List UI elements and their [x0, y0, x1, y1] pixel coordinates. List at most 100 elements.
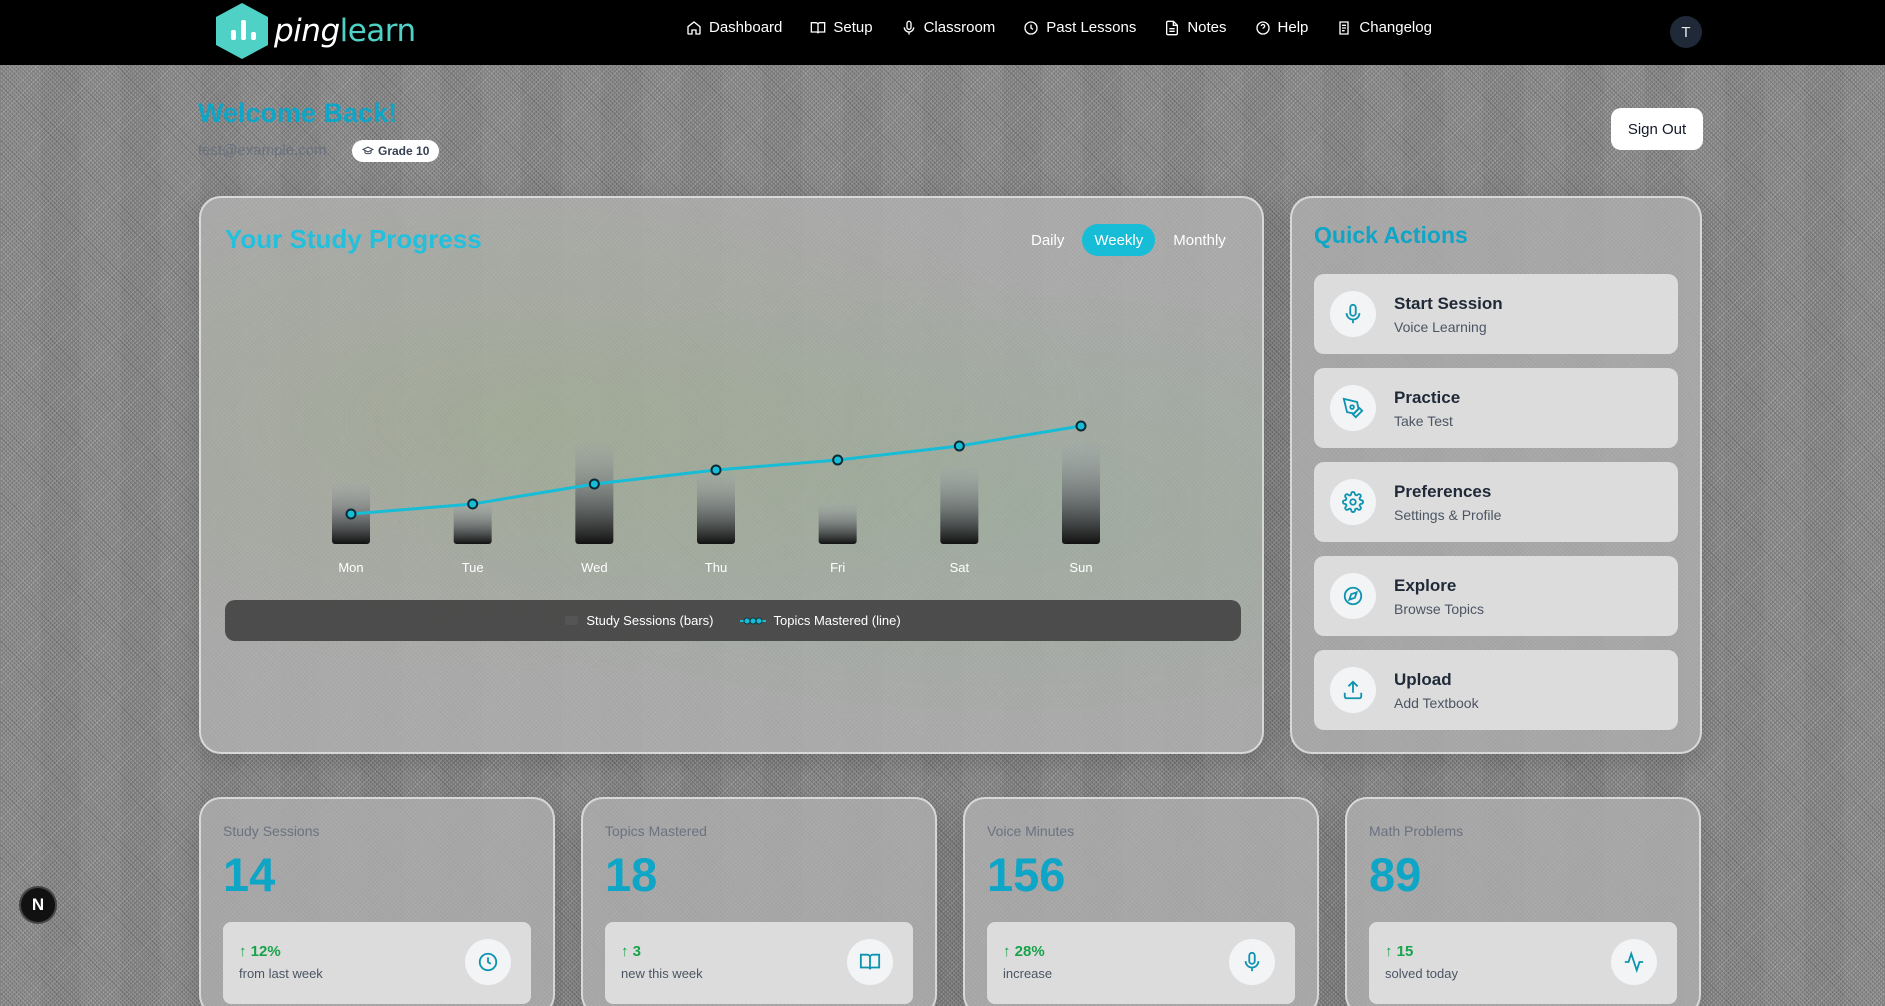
stat-note: increase	[1003, 966, 1053, 981]
stat-delta: ↑ 12%	[239, 943, 281, 960]
bar-fri	[818, 504, 857, 544]
nav-notes[interactable]: Notes	[1164, 19, 1227, 36]
legend-item-bars: Study Sessions (bars)	[565, 613, 714, 628]
arrow-up-icon: ↑	[239, 943, 251, 960]
stat-value: 18	[605, 848, 658, 901]
stat-value: 14	[223, 848, 276, 901]
nav-dashboard[interactable]: Dashboard	[686, 19, 782, 36]
quick-actions-title: Quick Actions	[1314, 222, 1468, 248]
period-tabs: Daily Weekly Monthly	[1019, 224, 1238, 256]
tab-daily[interactable]: Daily	[1019, 224, 1076, 256]
nav-label: Notes	[1187, 19, 1227, 36]
stat-detail: ↑ 12% from last week	[223, 922, 531, 1004]
legend-item-line: Topics Mastered (line)	[739, 613, 901, 628]
stat-delta: ↑ 3	[621, 943, 642, 960]
chart-legend: Study Sessions (bars) Topics Mastered (l…	[225, 600, 1241, 641]
stat-detail: ↑ 3 new this week	[605, 922, 913, 1004]
gear-icon	[1330, 479, 1376, 525]
bar-wed	[575, 444, 614, 544]
stat-label: Study Sessions	[223, 823, 320, 839]
legend-label-line: Topics Mastered (line)	[773, 613, 901, 628]
microphone-icon	[903, 20, 914, 35]
action-title: Practice	[1394, 388, 1461, 407]
nav-label: Help	[1277, 19, 1309, 36]
preferences-button[interactable]: Preferences Settings & Profile	[1314, 462, 1678, 542]
x-tick-label: Mon	[338, 560, 363, 575]
bar-thu	[697, 474, 735, 544]
bar-swatch-icon	[565, 616, 579, 625]
line-point-sun	[1075, 420, 1087, 432]
stat-label: Voice Minutes	[987, 823, 1075, 839]
line-point-mon	[345, 508, 357, 520]
home-icon	[687, 20, 701, 35]
upload-button[interactable]: Upload Add Textbook	[1314, 650, 1678, 730]
action-subtitle: Voice Learning	[1394, 319, 1487, 335]
stat-note: solved today	[1385, 966, 1458, 981]
stat-card-topics-mastered: Topics Mastered 18 ↑ 3 new this week	[581, 797, 937, 1006]
stat-card-study-sessions: Study Sessions 14 ↑ 12% from last week	[199, 797, 555, 1006]
nav-setup[interactable]: Setup	[810, 19, 873, 36]
x-tick-label: Tue	[462, 560, 484, 575]
arrow-up-icon: ↑	[1003, 943, 1015, 960]
line-swatch-icon	[739, 617, 766, 624]
main-nav: Dashboard Setup Classroom Past Lessons N…	[686, 19, 1432, 36]
sign-out-button[interactable]: Sign Out	[1611, 108, 1703, 150]
explore-button[interactable]: Explore Browse Topics	[1314, 556, 1678, 636]
nav-label: Setup	[833, 19, 873, 36]
nav-help[interactable]: Help	[1255, 19, 1309, 36]
activity-icon	[1611, 939, 1657, 985]
pen-tool-icon	[1330, 385, 1376, 431]
nav-label: Dashboard	[709, 19, 783, 36]
nav-past-lessons[interactable]: Past Lessons	[1023, 19, 1136, 36]
logo-wordmark: pinglearn	[274, 13, 416, 49]
action-subtitle: Take Test	[1394, 413, 1453, 429]
tab-monthly[interactable]: Monthly	[1161, 224, 1238, 256]
book-open-icon	[847, 939, 893, 985]
stat-delta: ↑ 28%	[1003, 943, 1045, 960]
start-session-button[interactable]: Start Session Voice Learning	[1314, 274, 1678, 354]
line-point-wed	[588, 478, 600, 490]
stat-note: from last week	[239, 966, 323, 981]
x-tick-label: Fri	[830, 560, 845, 575]
grade-label: Grade 10	[378, 144, 430, 158]
stat-delta: ↑ 15	[1385, 943, 1414, 960]
study-progress-title: Your Study Progress	[225, 224, 482, 254]
study-progress-card: Mon Tue Wed Thu Fri Sat Sun Your Study Progres…	[199, 196, 1264, 754]
clock-icon	[1024, 20, 1038, 35]
grade-badge: Grade 10	[352, 140, 440, 162]
clock-icon	[465, 939, 511, 985]
user-avatar[interactable]: T	[1670, 16, 1702, 48]
upload-icon	[1330, 667, 1376, 713]
line-point-sat	[953, 440, 965, 452]
pinglearn-logo[interactable]: pinglearn	[216, 3, 416, 59]
quick-actions-card: Quick Actions Start Session Voice Learni…	[1290, 196, 1702, 754]
action-subtitle: Add Textbook	[1394, 695, 1479, 711]
arrow-up-icon: ↑	[1385, 943, 1397, 960]
stat-detail: ↑ 28% increase	[987, 922, 1295, 1004]
legend-label-bars: Study Sessions (bars)	[586, 613, 714, 628]
stat-value: 89	[1369, 848, 1422, 901]
x-tick-label: Wed	[581, 560, 608, 575]
bar-sat	[940, 468, 979, 544]
bar-tue	[453, 504, 492, 544]
microphone-icon	[1229, 939, 1275, 985]
line-point-thu	[710, 464, 722, 476]
action-title: Preferences	[1394, 482, 1492, 501]
user-email: test@example.com	[198, 142, 327, 159]
action-title: Start Session	[1394, 294, 1503, 313]
dev-tools-badge[interactable]: N	[19, 886, 57, 924]
logo-badge-icon	[216, 3, 268, 59]
changelog-icon	[1339, 20, 1350, 35]
line-point-fri	[832, 454, 844, 466]
practice-button[interactable]: Practice Take Test	[1314, 368, 1678, 448]
nav-label: Past Lessons	[1046, 19, 1137, 36]
nav-changelog[interactable]: Changelog	[1336, 19, 1432, 36]
line-point-tue	[467, 498, 479, 510]
nav-classroom[interactable]: Classroom	[901, 19, 996, 36]
tab-weekly[interactable]: Weekly	[1082, 224, 1156, 256]
study-progress-chart: Mon Tue Wed Thu Fri Sat Sun	[332, 420, 1100, 575]
nav-label: Changelog	[1359, 19, 1432, 36]
action-subtitle: Settings & Profile	[1394, 507, 1502, 523]
nav-label: Classroom	[923, 19, 996, 36]
bar-sun	[1062, 444, 1100, 544]
